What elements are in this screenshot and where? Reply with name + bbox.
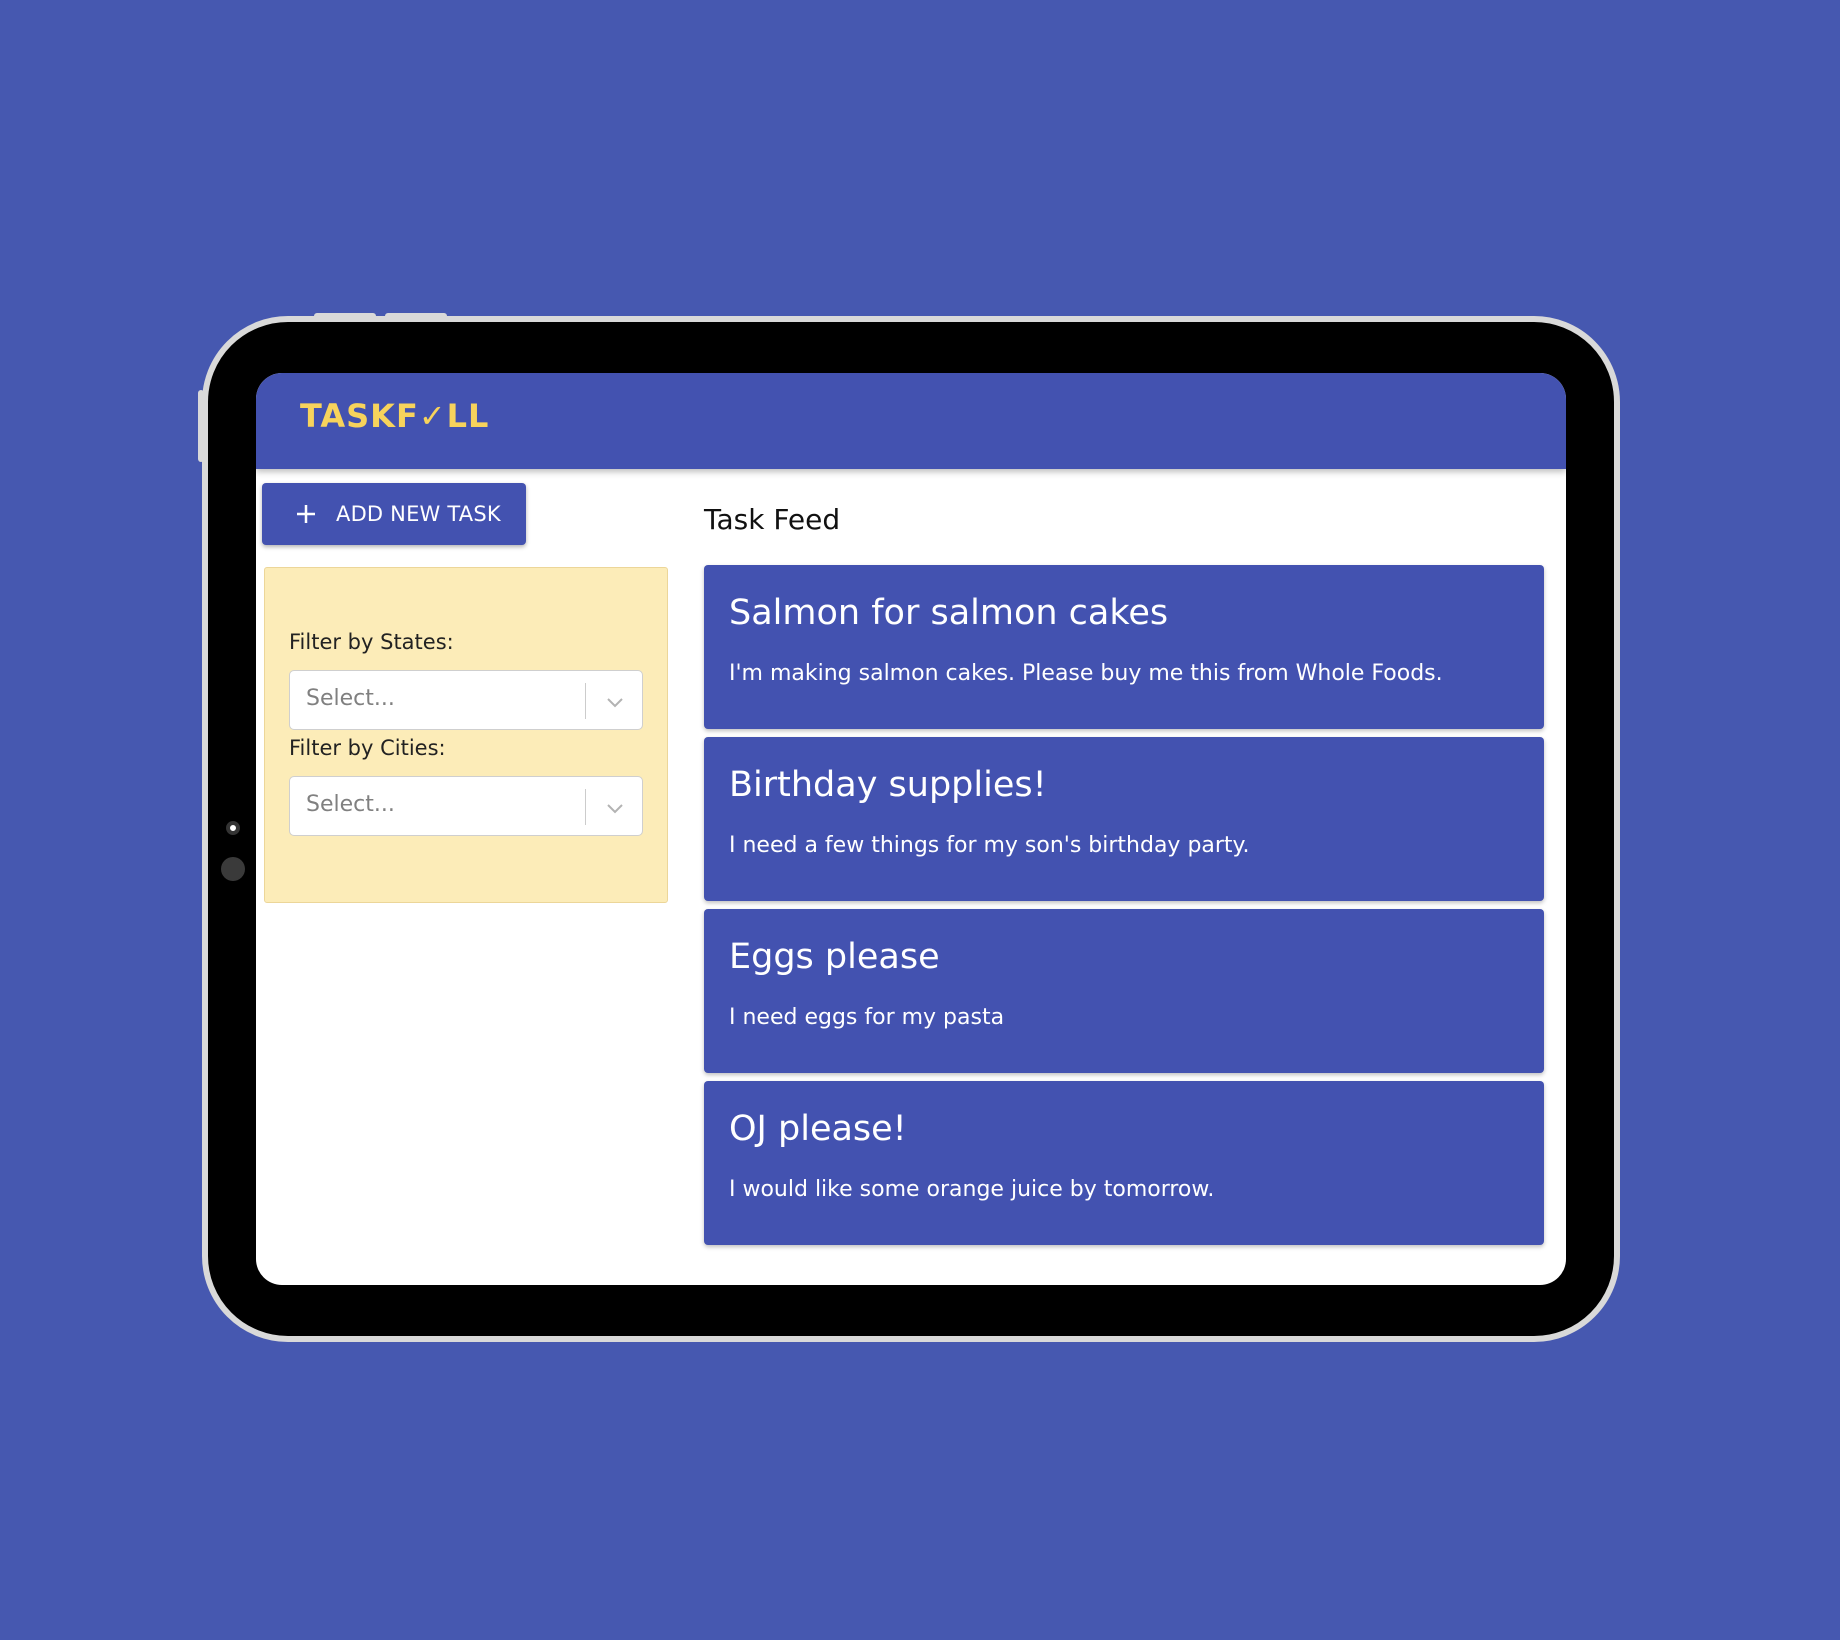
task-title: OJ please! (729, 1109, 907, 1149)
task-description: I'm making salmon cakes. Please buy me t… (729, 661, 1443, 686)
select-separator (585, 683, 586, 719)
camera-sensor (226, 821, 240, 835)
task-card[interactable]: Birthday supplies! I need a few things f… (704, 737, 1544, 901)
task-feed-title: Task Feed (704, 503, 841, 536)
filter-panel: Filter by States: Select... Filter by Ci… (264, 567, 668, 903)
task-title: Birthday supplies! (729, 765, 1047, 805)
task-card[interactable]: OJ please! I would like some orange juic… (704, 1081, 1544, 1245)
cities-select-placeholder: Select... (306, 792, 395, 817)
task-card[interactable]: Salmon for salmon cakes I'm making salmo… (704, 565, 1544, 729)
filter-states-label: Filter by States: (289, 630, 454, 654)
task-description: I need eggs for my pasta (729, 1005, 1005, 1030)
states-select-placeholder: Select... (306, 686, 395, 711)
app-screen: TASKF✓LL ADD NEW TASK Filter by States: … (256, 373, 1566, 1285)
filter-cities-label: Filter by Cities: (289, 736, 446, 760)
select-separator (585, 789, 586, 825)
add-new-task-button[interactable]: ADD NEW TASK (262, 483, 526, 545)
chevron-down-icon[interactable] (604, 691, 626, 713)
taskfull-logo[interactable]: TASKF✓LL (300, 397, 489, 435)
task-description: I would like some orange juice by tomorr… (729, 1177, 1215, 1202)
states-select[interactable]: Select... (289, 670, 643, 730)
camera-lens (221, 857, 245, 881)
cities-select[interactable]: Select... (289, 776, 643, 836)
chevron-down-icon[interactable] (604, 797, 626, 819)
task-title: Salmon for salmon cakes (729, 593, 1169, 633)
plus-icon (297, 505, 315, 523)
add-new-task-label: ADD NEW TASK (336, 502, 501, 526)
app-header: TASKF✓LL (256, 373, 1566, 469)
task-title: Eggs please (729, 937, 940, 977)
task-card[interactable]: Eggs please I need eggs for my pasta (704, 909, 1544, 1073)
task-description: I need a few things for my son's birthda… (729, 833, 1250, 858)
